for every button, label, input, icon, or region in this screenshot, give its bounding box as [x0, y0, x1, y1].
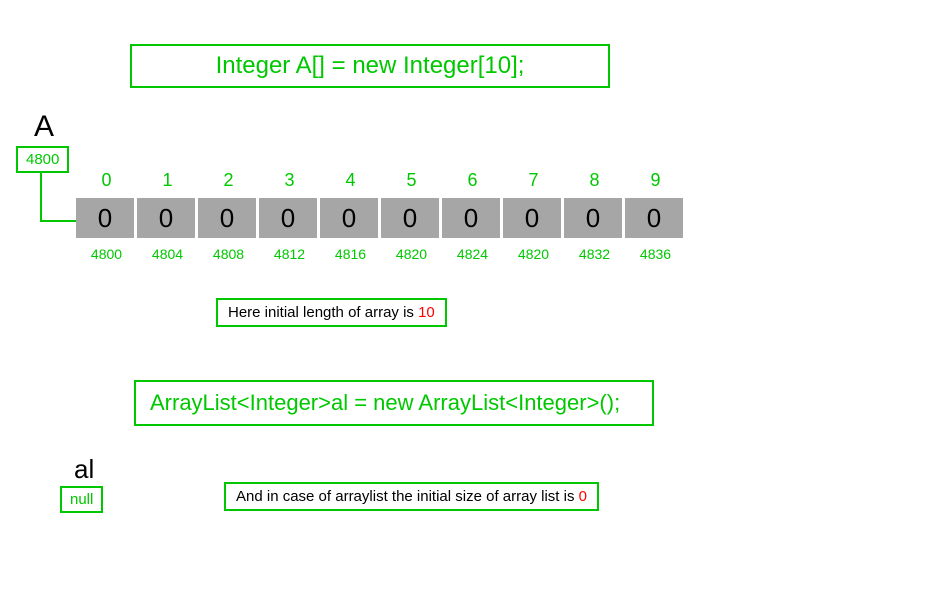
address-cell: 4820: [503, 246, 564, 262]
array-cell: 0: [259, 198, 317, 238]
array-cell: 0: [198, 198, 256, 238]
index-cell: 4: [320, 170, 381, 191]
address-cell: 4816: [320, 246, 381, 262]
array-variable-label: A: [34, 110, 54, 144]
address-cell: 4800: [76, 246, 137, 262]
address-cell: 4820: [381, 246, 442, 262]
array-cell: 0: [320, 198, 378, 238]
connector-horizontal: [40, 220, 76, 222]
array-cell: 0: [76, 198, 134, 238]
array-cell: 0: [503, 198, 561, 238]
array-cells-row: 0 0 0 0 0 0 0 0 0 0: [76, 198, 686, 238]
index-cell: 1: [137, 170, 198, 191]
index-cell: 9: [625, 170, 686, 191]
note-text: Here initial length of array is: [228, 304, 418, 321]
note-text: And in case of arraylist the initial siz…: [236, 488, 579, 505]
index-cell: 2: [198, 170, 259, 191]
address-row: 4800 4804 4808 4812 4816 4820 4824 4820 …: [76, 246, 686, 262]
array-declaration-code: Integer A[] = new Integer[10];: [130, 44, 610, 88]
index-cell: 8: [564, 170, 625, 191]
array-length-note: Here initial length of array is 10: [216, 298, 447, 327]
connector-vertical: [40, 172, 42, 220]
arraylist-reference-box: null: [60, 486, 103, 513]
arraylist-declaration-code: ArrayList<Integer>al = new ArrayList<Int…: [134, 380, 654, 426]
note-number: 0: [579, 488, 587, 505]
arraylist-variable-label: al: [74, 454, 94, 485]
address-cell: 4808: [198, 246, 259, 262]
index-cell: 6: [442, 170, 503, 191]
address-cell: 4836: [625, 246, 686, 262]
array-cell: 0: [442, 198, 500, 238]
index-cell: 0: [76, 170, 137, 191]
array-cell: 0: [564, 198, 622, 238]
address-cell: 4804: [137, 246, 198, 262]
index-cell: 7: [503, 170, 564, 191]
array-cell: 0: [625, 198, 683, 238]
index-cell: 5: [381, 170, 442, 191]
array-cell: 0: [137, 198, 195, 238]
address-cell: 4832: [564, 246, 625, 262]
array-reference-box: 4800: [16, 146, 69, 173]
arraylist-size-note: And in case of arraylist the initial siz…: [224, 482, 599, 511]
address-cell: 4824: [442, 246, 503, 262]
index-row: 0 1 2 3 4 5 6 7 8 9: [76, 170, 686, 191]
address-cell: 4812: [259, 246, 320, 262]
index-cell: 3: [259, 170, 320, 191]
note-number: 10: [418, 304, 435, 321]
array-cell: 0: [381, 198, 439, 238]
